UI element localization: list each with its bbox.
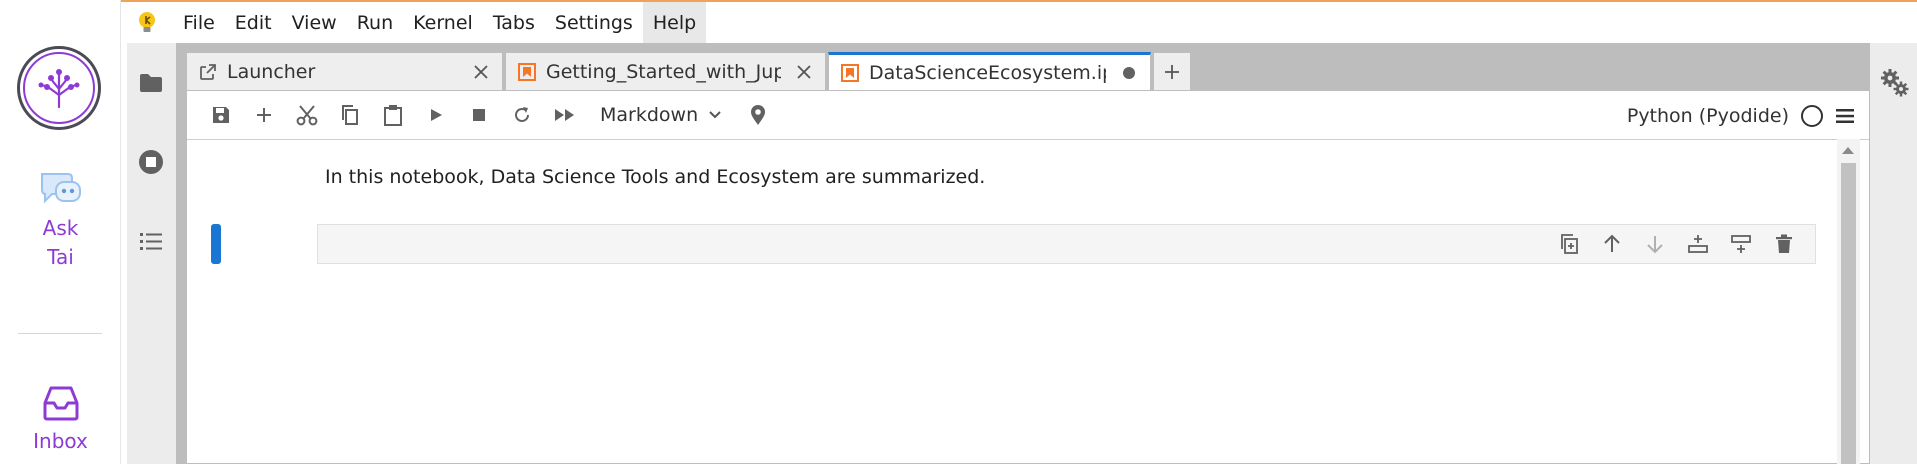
fast-forward-icon bbox=[554, 109, 574, 121]
unsaved-dot-icon[interactable] bbox=[1118, 62, 1140, 84]
new-launcher-button[interactable] bbox=[1153, 52, 1191, 90]
notebook-panel: Markdown Python (Pyodide) In this notebo… bbox=[186, 90, 1870, 464]
menubar: File Edit View Run Kernel Tabs Settings … bbox=[121, 2, 1917, 43]
insert-cell-below-button[interactable] bbox=[1719, 229, 1762, 259]
notebook-icon bbox=[841, 64, 859, 82]
kernel-name: Python (Pyodide) bbox=[1626, 104, 1789, 127]
insert-below-icon bbox=[1730, 235, 1751, 253]
menu-run[interactable]: Run bbox=[347, 2, 403, 43]
scroll-up-arrow-icon[interactable] bbox=[1842, 147, 1854, 154]
copy-icon bbox=[341, 105, 358, 125]
location-pin-icon bbox=[750, 105, 765, 125]
restart-run-all-button[interactable] bbox=[543, 95, 586, 135]
run-cell-button[interactable] bbox=[414, 95, 457, 135]
hamburger-menu-icon[interactable] bbox=[1835, 107, 1855, 125]
menu-kernel[interactable]: Kernel bbox=[403, 2, 483, 43]
menu-view[interactable]: View bbox=[282, 2, 347, 43]
document-tabbar: Launcher Getting_Started_with_Jupyter Da… bbox=[186, 52, 1193, 91]
delete-cell-button[interactable] bbox=[1762, 229, 1805, 259]
kernel-idle-status-icon bbox=[1801, 104, 1823, 127]
cell-toolbar bbox=[1547, 229, 1805, 259]
tab-launcher[interactable]: Launcher bbox=[186, 52, 503, 90]
stop-icon bbox=[472, 109, 485, 121]
jupyterlite-logo bbox=[121, 11, 173, 35]
save-button[interactable] bbox=[199, 95, 242, 135]
cut-button[interactable] bbox=[285, 95, 328, 135]
chevron-down-icon bbox=[709, 111, 721, 119]
table-of-contents-icon[interactable] bbox=[138, 228, 164, 254]
cell-collapser[interactable] bbox=[211, 224, 221, 264]
ask-tai-label-line1: Ask bbox=[42, 216, 79, 240]
duplicate-icon bbox=[1560, 234, 1578, 254]
interrupt-kernel-button[interactable] bbox=[457, 95, 500, 135]
running-sessions-icon[interactable] bbox=[138, 149, 164, 175]
folder-icon[interactable] bbox=[138, 70, 164, 96]
scroll-thumb[interactable] bbox=[1841, 163, 1856, 464]
plus-icon bbox=[256, 108, 271, 122]
chat-robot-icon bbox=[40, 173, 81, 204]
close-icon[interactable] bbox=[793, 61, 815, 83]
restart-kernel-button[interactable] bbox=[500, 95, 543, 135]
insert-cell-button[interactable] bbox=[242, 95, 285, 135]
tab-getting-started[interactable]: Getting_Started_with_Jupyter bbox=[505, 52, 826, 90]
scissors-icon bbox=[296, 105, 317, 126]
move-cell-up-button[interactable] bbox=[1590, 229, 1633, 259]
menu-file[interactable]: File bbox=[173, 2, 225, 43]
right-sidebar-tabs bbox=[1870, 43, 1917, 464]
refresh-icon bbox=[514, 107, 529, 122]
jupyterlite-location-button[interactable] bbox=[736, 95, 779, 135]
tab-label: DataScienceEcosystem.ipynb bbox=[869, 62, 1106, 84]
code-cell-editor[interactable] bbox=[317, 224, 1816, 264]
tab-label: Getting_Started_with_Jupyter bbox=[546, 60, 781, 83]
plus-icon bbox=[1165, 64, 1179, 79]
save-icon bbox=[212, 107, 229, 123]
property-inspector-gears-icon[interactable] bbox=[1880, 68, 1910, 98]
insert-cell-above-button[interactable] bbox=[1676, 229, 1719, 259]
paste-button[interactable] bbox=[371, 95, 414, 135]
tab-datascience-ecosystem[interactable]: DataScienceEcosystem.ipynb bbox=[828, 52, 1151, 91]
launch-icon bbox=[200, 63, 216, 80]
tree-icon bbox=[38, 69, 80, 109]
menu-settings[interactable]: Settings bbox=[545, 2, 643, 43]
move-cell-down-button[interactable] bbox=[1633, 229, 1676, 259]
notebook-toolbar: Markdown Python (Pyodide) bbox=[187, 91, 1869, 140]
app-logo[interactable] bbox=[17, 46, 101, 130]
arrow-up-icon bbox=[1603, 234, 1620, 252]
insert-above-icon bbox=[1687, 235, 1708, 253]
app-rail: Ask Tai Inbox bbox=[0, 0, 121, 464]
ask-tai-button[interactable]: Ask Tai bbox=[0, 170, 121, 272]
inbox-icon bbox=[43, 386, 78, 421]
ask-tai-label-line2: Tai bbox=[47, 245, 74, 269]
menu-tabs[interactable]: Tabs bbox=[483, 2, 545, 43]
arrow-down-icon bbox=[1646, 236, 1663, 254]
kernel-indicator[interactable]: Python (Pyodide) bbox=[1627, 91, 1855, 140]
cell-type-value: Markdown bbox=[600, 104, 699, 126]
rail-divider bbox=[18, 333, 102, 334]
cell-type-select[interactable]: Markdown bbox=[600, 104, 722, 126]
notebook-icon bbox=[518, 62, 536, 81]
copy-button[interactable] bbox=[328, 95, 371, 135]
tab-label: Launcher bbox=[227, 60, 316, 83]
notebook-scrollbar[interactable] bbox=[1837, 139, 1860, 464]
inbox-button[interactable]: Inbox bbox=[0, 383, 121, 456]
inbox-label: Inbox bbox=[33, 429, 88, 453]
close-icon[interactable] bbox=[470, 61, 492, 83]
menu-edit[interactable]: Edit bbox=[225, 2, 282, 43]
jupyterlite-bulb-icon bbox=[139, 11, 155, 32]
duplicate-cell-button[interactable] bbox=[1547, 229, 1590, 259]
markdown-cell-rendered[interactable]: In this notebook, Data Science Tools and… bbox=[325, 166, 985, 188]
trash-icon bbox=[1775, 234, 1792, 253]
clipboard-icon bbox=[383, 105, 402, 126]
menu-help[interactable]: Help bbox=[642, 2, 707, 43]
play-icon bbox=[430, 109, 442, 121]
